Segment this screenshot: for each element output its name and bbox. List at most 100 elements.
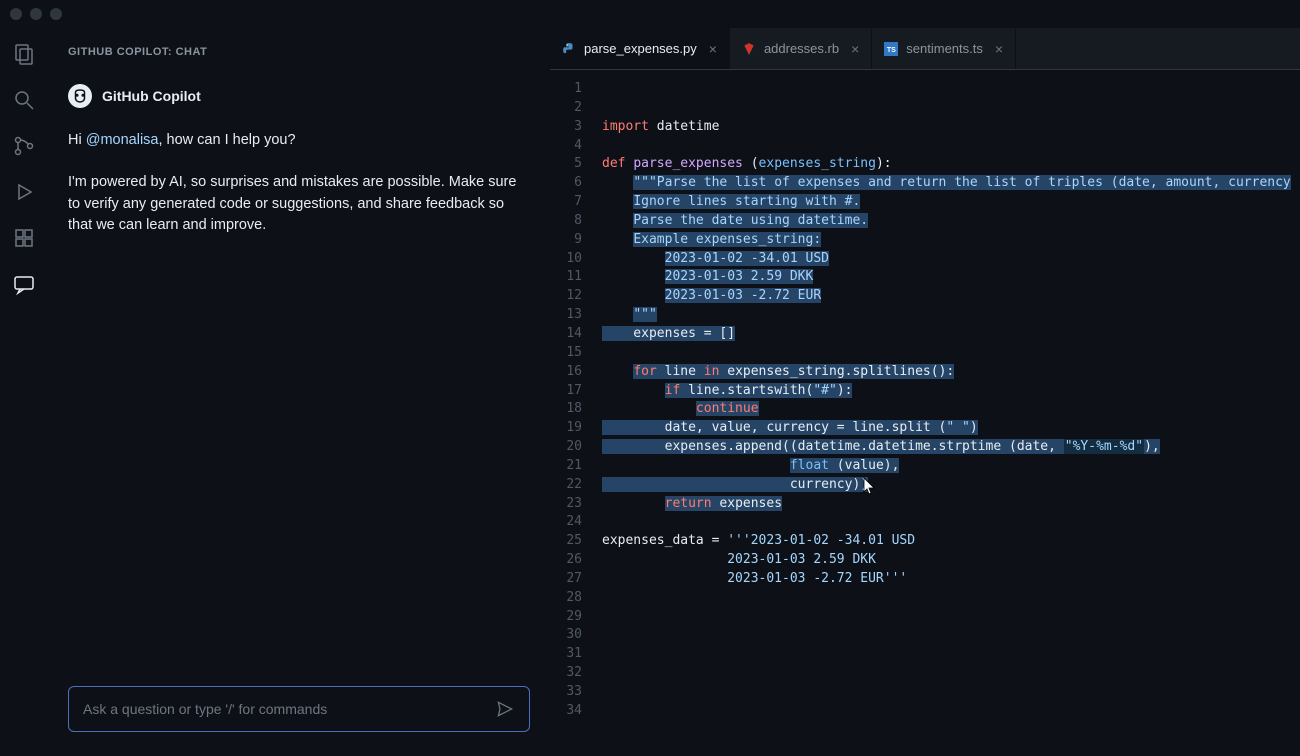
chat-input[interactable] [83, 701, 495, 717]
code-line[interactable]: for line in expenses_string.splitlines()… [602, 363, 1300, 382]
close-icon[interactable]: × [709, 41, 717, 57]
line-number: 1 [550, 80, 582, 99]
code-line[interactable]: Ignore lines starting with #. [602, 193, 1300, 212]
copilot-chat-icon[interactable] [12, 272, 36, 296]
line-number: 5 [550, 155, 582, 174]
line-number: 27 [550, 570, 582, 589]
line-number: 7 [550, 193, 582, 212]
chat-greeting: Hi @monalisa, how can I help you? [68, 130, 530, 152]
code-line[interactable] [602, 344, 1300, 363]
code-line[interactable] [602, 589, 1300, 608]
code-line[interactable]: expenses_data = '''2023-01-02 -34.01 USD [602, 532, 1300, 551]
tab-addresses-rb[interactable]: addresses.rb × [730, 28, 872, 69]
line-number: 6 [550, 174, 582, 193]
code-line[interactable]: Example expenses_string: [602, 231, 1300, 250]
svg-text:TS: TS [887, 46, 896, 53]
chat-messages: Hi @monalisa, how can I help you? I'm po… [68, 130, 530, 686]
mention: @monalisa [86, 132, 159, 148]
line-number: 19 [550, 419, 582, 438]
code-line[interactable]: 2023-01-02 -34.01 USD [602, 250, 1300, 269]
line-number: 33 [550, 683, 582, 702]
code-line[interactable] [602, 137, 1300, 156]
tab-label: addresses.rb [764, 41, 839, 56]
line-number: 24 [550, 513, 582, 532]
tab-bar: parse_expenses.py × addresses.rb × TS sentime… [550, 28, 1300, 70]
code-line[interactable]: continue [602, 400, 1300, 419]
tab-parse_expenses-py[interactable]: parse_expenses.py × [550, 28, 730, 69]
chat-disclaimer: I'm powered by AI, so surprises and mist… [68, 172, 530, 237]
python-file-icon [562, 42, 576, 56]
line-number: 20 [550, 438, 582, 457]
close-icon[interactable]: × [851, 41, 859, 57]
code-line[interactable] [602, 645, 1300, 664]
line-number: 16 [550, 363, 582, 382]
line-number: 29 [550, 608, 582, 627]
code-line[interactable] [602, 608, 1300, 627]
line-number: 28 [550, 589, 582, 608]
line-number: 25 [550, 532, 582, 551]
code-line[interactable]: """ [602, 306, 1300, 325]
close-icon[interactable]: × [995, 41, 1003, 57]
chat-input-container[interactable] [68, 686, 530, 732]
code-line[interactable]: return expenses [602, 495, 1300, 514]
code-line[interactable]: date, value, currency = line.split (" ") [602, 419, 1300, 438]
explorer-icon[interactable] [12, 42, 36, 66]
copilot-chat-panel: GITHUB COPILOT: CHAT GitHub Copilot Hi @… [48, 28, 550, 756]
code-line[interactable]: Parse the date using datetime. [602, 212, 1300, 231]
window-close-icon[interactable] [10, 8, 22, 20]
code-content[interactable]: import datetime def parse_expenses (expen… [602, 80, 1300, 756]
code-line[interactable] [602, 683, 1300, 702]
line-number: 21 [550, 457, 582, 476]
code-line[interactable]: import datetime [602, 118, 1300, 137]
line-number: 34 [550, 702, 582, 721]
line-gutter: 1234567891011121314151617181920212223242… [550, 80, 602, 756]
window-maximize-icon[interactable] [50, 8, 62, 20]
tab-sentiments-ts[interactable]: TS sentiments.ts × [872, 28, 1016, 69]
ts-file-icon: TS [884, 42, 898, 56]
line-number: 11 [550, 268, 582, 287]
code-line[interactable]: if line.startswith("#"): [602, 382, 1300, 401]
tab-label: sentiments.ts [906, 41, 983, 56]
line-number: 3 [550, 118, 582, 137]
line-number: 12 [550, 287, 582, 306]
code-line[interactable] [602, 740, 1300, 756]
code-line[interactable]: float (value), [602, 457, 1300, 476]
send-icon[interactable] [495, 699, 515, 719]
code-line[interactable] [602, 721, 1300, 740]
code-line[interactable] [602, 626, 1300, 645]
code-line[interactable] [602, 702, 1300, 721]
run-debug-icon[interactable] [12, 180, 36, 204]
code-line[interactable]: expenses = [] [602, 325, 1300, 344]
extensions-icon[interactable] [12, 226, 36, 250]
line-number: 30 [550, 626, 582, 645]
line-number: 32 [550, 664, 582, 683]
line-number: 18 [550, 400, 582, 419]
line-number: 9 [550, 231, 582, 250]
code-line[interactable]: 2023-01-03 2.59 DKK [602, 551, 1300, 570]
line-number: 2 [550, 99, 582, 118]
code-line[interactable] [602, 513, 1300, 532]
code-line[interactable]: expenses.append((datetime.datetime.strpt… [602, 438, 1300, 457]
titlebar [0, 0, 1300, 28]
code-line[interactable]: 2023-01-03 -2.72 EUR''' [602, 570, 1300, 589]
line-number: 8 [550, 212, 582, 231]
source-control-icon[interactable] [12, 134, 36, 158]
copilot-avatar-icon [68, 84, 92, 108]
editor-area: parse_expenses.py × addresses.rb × TS sentime… [550, 28, 1300, 756]
code-line[interactable]: 2023-01-03 2.59 DKK [602, 268, 1300, 287]
line-number: 14 [550, 325, 582, 344]
code-line[interactable]: """Parse the list of expenses and return… [602, 174, 1300, 193]
window-minimize-icon[interactable] [30, 8, 42, 20]
code-line[interactable] [602, 664, 1300, 683]
line-number: 22 [550, 476, 582, 495]
line-number: 13 [550, 306, 582, 325]
line-number: 4 [550, 137, 582, 156]
line-number: 15 [550, 344, 582, 363]
tab-label: parse_expenses.py [584, 41, 697, 56]
search-icon[interactable] [12, 88, 36, 112]
line-number: 23 [550, 495, 582, 514]
code-line[interactable]: def parse_expenses (expenses_string): [602, 155, 1300, 174]
code-line[interactable]: currency)) [602, 476, 1300, 495]
code-line[interactable]: 2023-01-03 -2.72 EUR [602, 287, 1300, 306]
code-editor[interactable]: 1234567891011121314151617181920212223242… [550, 70, 1300, 756]
